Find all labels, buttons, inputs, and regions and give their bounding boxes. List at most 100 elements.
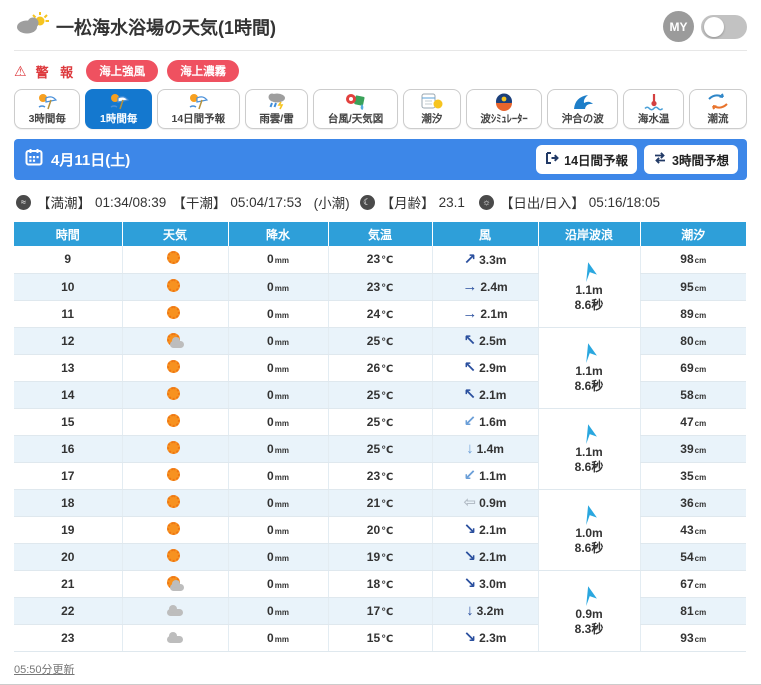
wave-simulator-icon: [491, 92, 517, 111]
alert-row: ⚠ 警 報 海上強風 海上濃霧: [14, 60, 747, 82]
wind-direction-arrow-icon: ↘: [463, 521, 477, 538]
my-page-button[interactable]: MY: [663, 11, 694, 42]
wind-cell: → 2.1m: [431, 300, 538, 328]
wind-direction-arrow-icon: ↖: [463, 386, 477, 403]
wave-period: 8.6秒: [574, 460, 604, 474]
column-header: 沿岸波浪: [537, 222, 640, 246]
page-header: 一松海水浴場の天気(1時間) MY: [14, 0, 747, 51]
weather-cell: [121, 327, 228, 355]
tide-cell: 47cm: [639, 408, 746, 436]
warning-label[interactable]: 警 報: [36, 62, 78, 81]
weather-cell: [121, 381, 228, 409]
rain-cloud-thunder-icon: [264, 92, 290, 111]
hour-cell: 16: [14, 435, 122, 463]
typhoon-map-icon: [343, 92, 369, 111]
tab-4[interactable]: 台風/天気図: [313, 89, 398, 129]
hour-cell: 10: [14, 273, 122, 301]
hour-cell: 11: [14, 300, 122, 328]
low-tide-times: 05:04/17:53: [230, 194, 302, 210]
tab-5[interactable]: 潮汐: [402, 89, 461, 129]
precip-cell: 0mm: [227, 570, 328, 598]
wind-cell: ↖ 2.5m: [431, 327, 538, 355]
tab-label: 14日間予報: [171, 113, 226, 125]
tide-calendar-icon: [419, 92, 445, 111]
moon-icon: ☾: [359, 194, 375, 210]
tab-9[interactable]: 潮流: [688, 89, 747, 129]
marine-warning-badge[interactable]: 海上強風: [86, 60, 159, 82]
fourteen-day-forecast-label: 14日間予報: [564, 154, 629, 168]
column-header: 天気: [121, 222, 228, 246]
temp-cell: 24℃: [327, 300, 432, 328]
external-arrow-icon: [545, 151, 560, 168]
weather-cell: [121, 624, 228, 652]
sunrise-sunset-times: 05:16/18:05: [588, 194, 661, 210]
table-header-row: 時間 天気 降水 気温風沿岸波浪 潮汐: [14, 222, 746, 246]
tide-cell: 39cm: [639, 435, 746, 463]
wave-height: 1.1m: [575, 445, 603, 459]
hourly-weather-table: 時間 天気 降水 気温風沿岸波浪 潮汐 9 0mm 23℃ ↗ 3.3m 1.1m 8.6秒…: [14, 222, 746, 652]
current-icon: [705, 92, 731, 111]
weather-cell: [121, 597, 228, 625]
wave-height: 1.0m: [575, 526, 603, 540]
temp-cell: 17℃: [327, 597, 432, 625]
update-time-link[interactable]: 05:50分更新: [14, 664, 75, 676]
tab-0[interactable]: 3時間毎: [14, 89, 81, 129]
three-hour-forecast-button[interactable]: 3時間予想: [644, 145, 738, 174]
tide-cell: 35cm: [639, 462, 746, 490]
my-toggle-switch[interactable]: [701, 14, 747, 39]
wind-cell: ↘ 2.1m: [431, 516, 538, 544]
tab-label: 沖合の波: [561, 113, 604, 125]
temp-cell: 25℃: [327, 381, 432, 409]
fourteen-day-forecast-button[interactable]: 14日間予報: [536, 145, 638, 174]
weather-cell: [121, 435, 228, 463]
wind-direction-arrow-icon: ↙: [463, 467, 477, 484]
toggle-knob: [704, 16, 724, 37]
sunrise-sunset-label: 【日出/日入】: [499, 196, 585, 211]
tide-cell: 54cm: [639, 543, 746, 571]
tab-3[interactable]: 雨雲/雷: [244, 89, 309, 129]
temp-cell: 23℃: [327, 273, 432, 301]
column-header: 風: [431, 222, 538, 246]
hour-cell: 19: [14, 516, 122, 544]
table-footer: 05:50分更新: [14, 660, 747, 678]
sunny-icon: [164, 440, 186, 457]
forecast-sun-umbrella-icon: [106, 92, 132, 111]
sunny-icon: [164, 521, 186, 538]
forecast-sun-umbrella-icon: [185, 92, 211, 111]
tab-2[interactable]: 14日間予報: [156, 89, 240, 129]
page-title: 一松海水浴場の天気(1時間): [56, 17, 276, 38]
sunny-icon: [164, 413, 186, 430]
table-row: 9 0mm 23℃ ↗ 3.3m 1.1m 8.6秒 98cm: [14, 246, 746, 328]
date-bar: 4月11日(土) 14日間予報 3時間予想: [14, 139, 747, 180]
wind-direction-arrow-icon: ↖: [463, 332, 477, 349]
wind-direction-arrow-icon: ↗: [463, 250, 477, 268]
tab-1[interactable]: 1時間毎: [85, 89, 152, 129]
precip-cell: 0mm: [227, 300, 328, 328]
weather-page: 一松海水浴場の天気(1時間) MY ⚠ 警 報 海上強風 海上濃霧 3時間毎 1時…: [0, 0, 761, 685]
precip-cell: 0mm: [227, 543, 328, 571]
column-header: 潮汐: [639, 222, 746, 246]
wind-direction-arrow-icon: →: [462, 278, 478, 295]
wind-cell: ↗ 3.3m: [431, 246, 538, 274]
tide-cell: 89cm: [639, 300, 746, 328]
temp-cell: 20℃: [327, 516, 432, 544]
tab-7[interactable]: 沖合の波: [547, 89, 619, 129]
tab-label: 潮流: [707, 113, 729, 125]
sunny-icon: [164, 494, 186, 511]
wind-direction-arrow-icon: ↘: [463, 548, 477, 565]
tab-label: 台風/天気図: [327, 113, 384, 125]
wave-period: 8.6秒: [574, 541, 604, 555]
wind-direction-arrow-icon: ↘: [463, 575, 477, 592]
weather-cell: [121, 489, 228, 517]
tab-label: 雨雲/雷: [259, 113, 294, 125]
marine-warning-badge[interactable]: 海上濃霧: [167, 60, 240, 82]
wave-period: 8.6秒: [574, 297, 604, 312]
tab-8[interactable]: 海水温: [623, 89, 684, 129]
calendar-icon: [25, 148, 43, 171]
sunny-icon: [164, 467, 186, 484]
wind-cell: ↖ 2.1m: [431, 381, 538, 409]
column-header: 時間: [14, 222, 122, 246]
precip-cell: 0mm: [227, 381, 328, 409]
wind-cell: ⇦ 0.9m: [431, 489, 538, 517]
tab-6[interactable]: 波ｼﾐｭﾚｰﾀｰ: [465, 89, 543, 129]
